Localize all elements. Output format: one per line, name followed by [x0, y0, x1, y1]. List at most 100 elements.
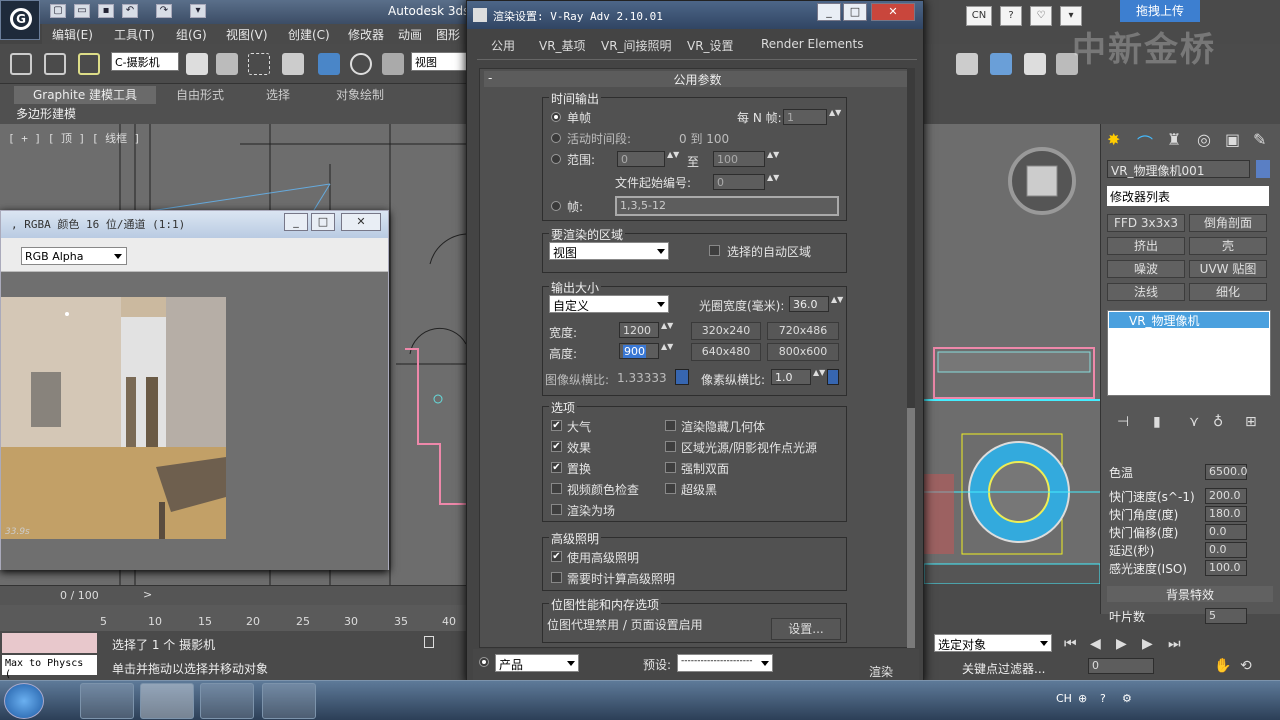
width-field[interactable]: 1200 [619, 322, 659, 338]
play-icon[interactable]: ▶ [1116, 636, 1127, 652]
next-frame-icon[interactable]: ▶ [1142, 636, 1153, 652]
tray-icon[interactable]: ⊕ [1078, 692, 1087, 705]
preset-640x480-button[interactable]: 640x480 [691, 343, 761, 361]
area-dropdown[interactable]: 视图 [549, 242, 669, 260]
displacement-checkbox[interactable]: ✔ [551, 462, 562, 473]
unlink-icon[interactable] [44, 53, 66, 75]
area-lights-checkbox[interactable] [665, 441, 676, 452]
radio-single-frame[interactable] [551, 112, 561, 122]
render-button[interactable]: 渲染 [869, 663, 893, 680]
make-unique-icon[interactable]: ⋎ [1189, 414, 1199, 430]
render-hidden-checkbox[interactable] [665, 420, 676, 431]
select-by-name-icon[interactable] [216, 53, 238, 75]
modifier-list-dropdown[interactable]: 修改器列表 [1107, 186, 1269, 206]
lock-icon[interactable] [424, 636, 434, 648]
force-2sided-checkbox[interactable] [665, 462, 676, 473]
output-size-dropdown[interactable]: 自定义 [549, 295, 669, 313]
redo-icon[interactable]: ↷ [156, 4, 172, 18]
menu-view[interactable]: 视图(V) [226, 26, 268, 43]
selection-filter-dropdown[interactable]: C-摄影机 [111, 52, 179, 71]
tray-help-icon[interactable]: ? [1100, 692, 1106, 705]
time-next-arrow[interactable]: > [143, 588, 152, 601]
align-icon[interactable] [956, 53, 978, 75]
current-frame-field[interactable]: 0 [1088, 658, 1154, 674]
tab-vr-indirect[interactable]: VR_间接照明 [601, 37, 672, 54]
display-tab-icon[interactable]: ▣ [1225, 130, 1245, 150]
maxscript-mini[interactable]: Max to Physcs ( [2, 655, 97, 680]
modifier-button[interactable]: UVW 贴图 [1189, 260, 1267, 278]
create-tab-icon[interactable]: ✸ [1107, 130, 1127, 150]
object-color-swatch[interactable] [1256, 160, 1270, 178]
maximize-button[interactable]: □ [843, 3, 867, 21]
undo-icon[interactable]: ↶ [122, 4, 138, 18]
render-fields-checkbox[interactable] [551, 504, 562, 515]
modifier-button[interactable]: 细化 [1189, 283, 1267, 301]
preset-800x600-button[interactable]: 800x600 [767, 343, 839, 361]
goto-start-icon[interactable]: ⏮ [1064, 636, 1077, 652]
rotate-icon[interactable] [350, 53, 372, 75]
compute-advanced-lighting-checkbox[interactable] [551, 572, 562, 583]
auto-region-checkbox[interactable] [709, 245, 720, 256]
menu-create[interactable]: 创建(C) [288, 26, 330, 43]
preset-320x240-button[interactable]: 320x240 [691, 322, 761, 340]
input-language[interactable]: CH [1056, 692, 1072, 705]
tray-settings-icon[interactable]: ⚙ [1122, 692, 1132, 705]
quick-access-dropdown-icon[interactable]: ▾ [190, 4, 206, 18]
production-dropdown[interactable]: 产品 [495, 654, 579, 672]
bitmap-settings-button[interactable]: 设置... [771, 618, 841, 640]
time-slider[interactable]: 0 / 100 > [0, 585, 466, 605]
tab-render-elements[interactable]: Render Elements [761, 37, 863, 51]
motion-tab-icon[interactable]: ◎ [1197, 130, 1217, 150]
dialog-scrollbar[interactable] [907, 68, 915, 648]
use-advanced-lighting-checkbox[interactable]: ✔ [551, 551, 562, 562]
param-value[interactable]: 200.0 [1205, 488, 1247, 504]
spinner-icon[interactable]: ▲▼ [767, 151, 779, 167]
minimize-button[interactable]: _ [817, 3, 841, 21]
param-value[interactable]: 180.0 [1205, 506, 1247, 522]
heart-icon[interactable]: ♡ [1030, 6, 1052, 26]
aperture-field[interactable]: 36.0 [789, 296, 829, 312]
modifier-button[interactable]: 法线 [1107, 283, 1185, 301]
close-button[interactable]: ✕ [871, 3, 915, 21]
curve-editor-icon[interactable] [1024, 53, 1046, 75]
menu-group[interactable]: 组(G) [176, 26, 207, 43]
frames-field[interactable]: 1,3,5-12 [615, 196, 839, 216]
ribbon-tab-selection[interactable]: 选择 [266, 86, 290, 104]
track-bar[interactable]: 5 10 15 20 25 30 35 40 [0, 605, 466, 631]
menu-tools[interactable]: 工具(T) [114, 26, 155, 43]
menu-graph[interactable]: 图形 [436, 26, 460, 43]
scale-icon[interactable] [382, 53, 404, 75]
ribbon-tab-graphite[interactable]: Graphite 建模工具 [14, 86, 156, 104]
effects-checkbox[interactable]: ✔ [551, 441, 562, 452]
param-value[interactable]: 0.0 [1205, 542, 1247, 558]
lock-pixel-aspect-icon[interactable] [827, 369, 839, 385]
show-end-result-icon[interactable]: ▮ [1153, 414, 1161, 430]
new-file-icon[interactable]: ▢ [50, 4, 66, 18]
rollout-background-effects[interactable]: 背景特效 [1107, 586, 1273, 602]
taskbar-word-icon[interactable] [262, 683, 316, 719]
channel-dropdown[interactable]: RGB Alpha [21, 247, 127, 265]
radio-active-segment[interactable] [551, 133, 561, 143]
window-crossing-icon[interactable] [282, 53, 304, 75]
select-object-icon[interactable] [186, 53, 208, 75]
language-badge[interactable]: CN [966, 6, 992, 26]
orbit-icon[interactable]: ⟲ [1240, 658, 1252, 674]
modifier-stack[interactable]: VR_物理像机 [1107, 310, 1271, 396]
maxscript-listener[interactable] [2, 633, 97, 653]
super-black-checkbox[interactable] [665, 483, 676, 494]
goto-end-icon[interactable]: ⏭ [1168, 636, 1181, 652]
minimize-button[interactable]: _ [284, 213, 308, 231]
spinner-icon[interactable]: ▲▼ [661, 322, 673, 338]
utilities-tab-icon[interactable]: ✎ [1253, 130, 1273, 150]
maximize-button[interactable]: □ [311, 213, 335, 231]
modify-tab-icon[interactable]: ⌒ [1137, 130, 1157, 153]
ribbon-tab-freeform[interactable]: 自由形式 [176, 86, 224, 104]
param-value[interactable]: 0.0 [1205, 524, 1247, 540]
ribbon-polygon-modeling[interactable]: 多边形建模 [16, 105, 76, 122]
pin-stack-icon[interactable]: ⊣ [1117, 414, 1129, 430]
pixel-aspect-field[interactable]: 1.0 [771, 369, 811, 385]
radio-production[interactable] [479, 657, 489, 667]
key-filters-button[interactable]: 关键点过滤器... [962, 660, 1045, 677]
modifier-button[interactable]: 倒角剖面 [1189, 214, 1267, 232]
spinner-icon[interactable]: ▲▼ [813, 369, 825, 385]
